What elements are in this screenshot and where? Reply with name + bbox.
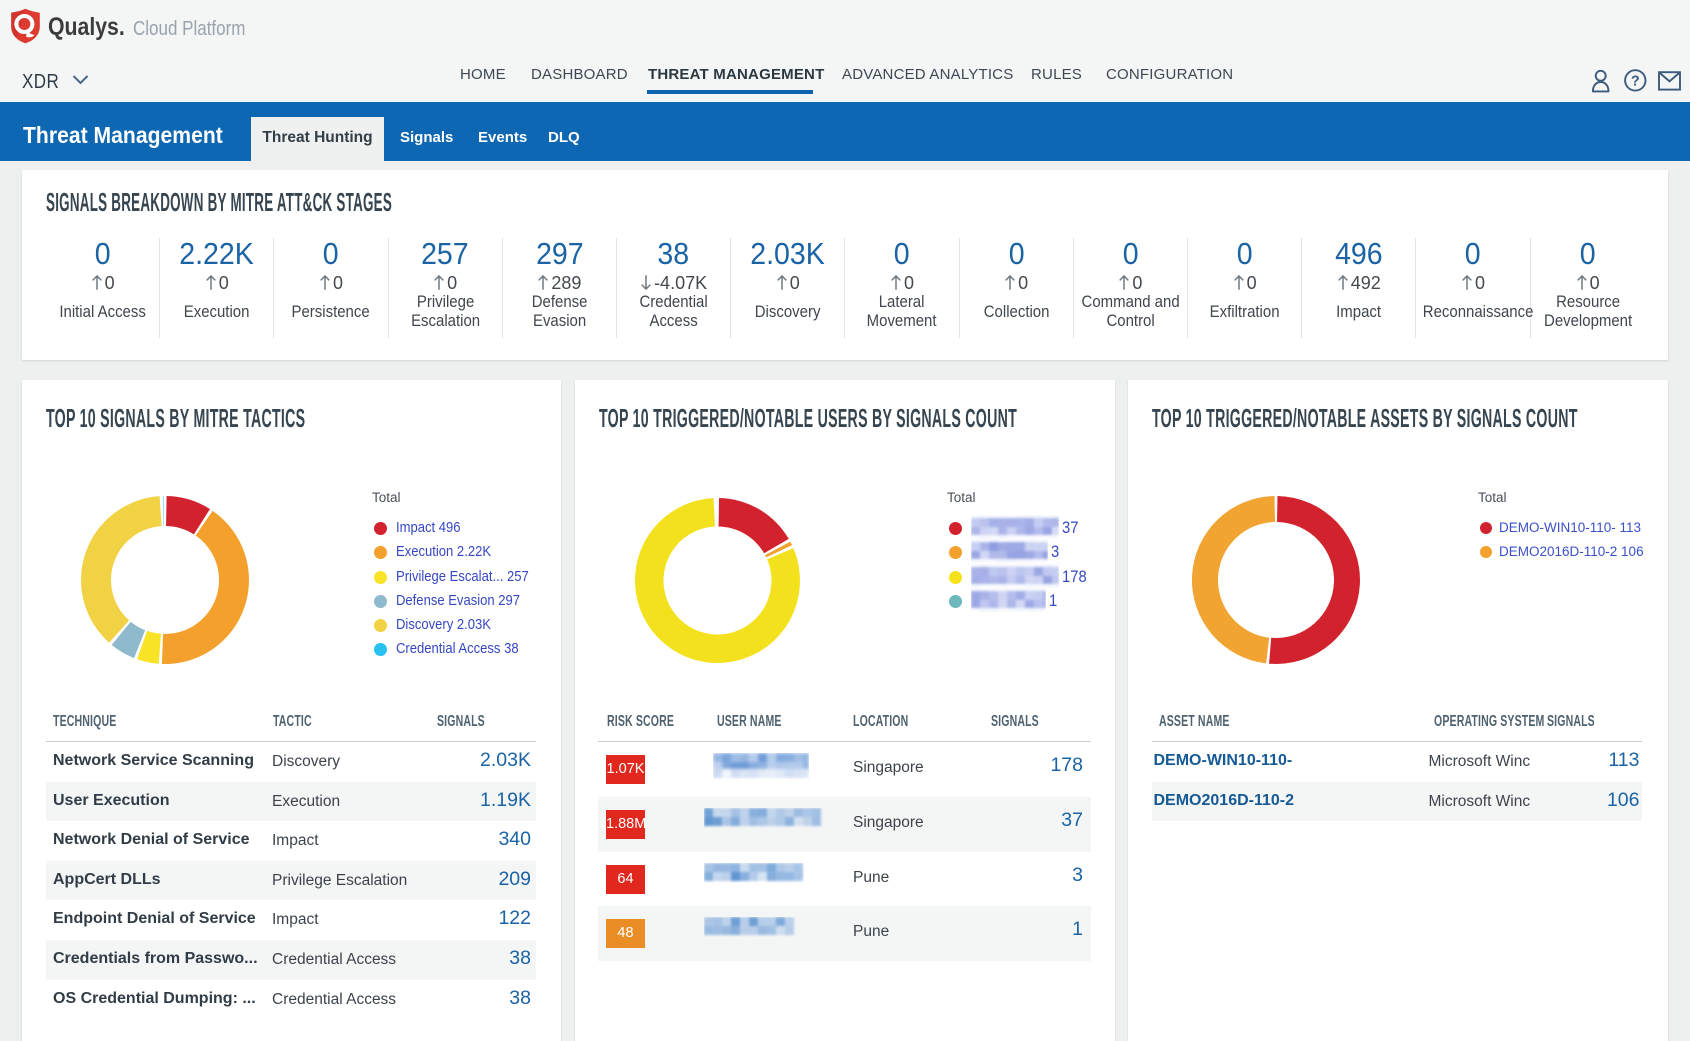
svg-text:?: ? xyxy=(1631,74,1640,90)
